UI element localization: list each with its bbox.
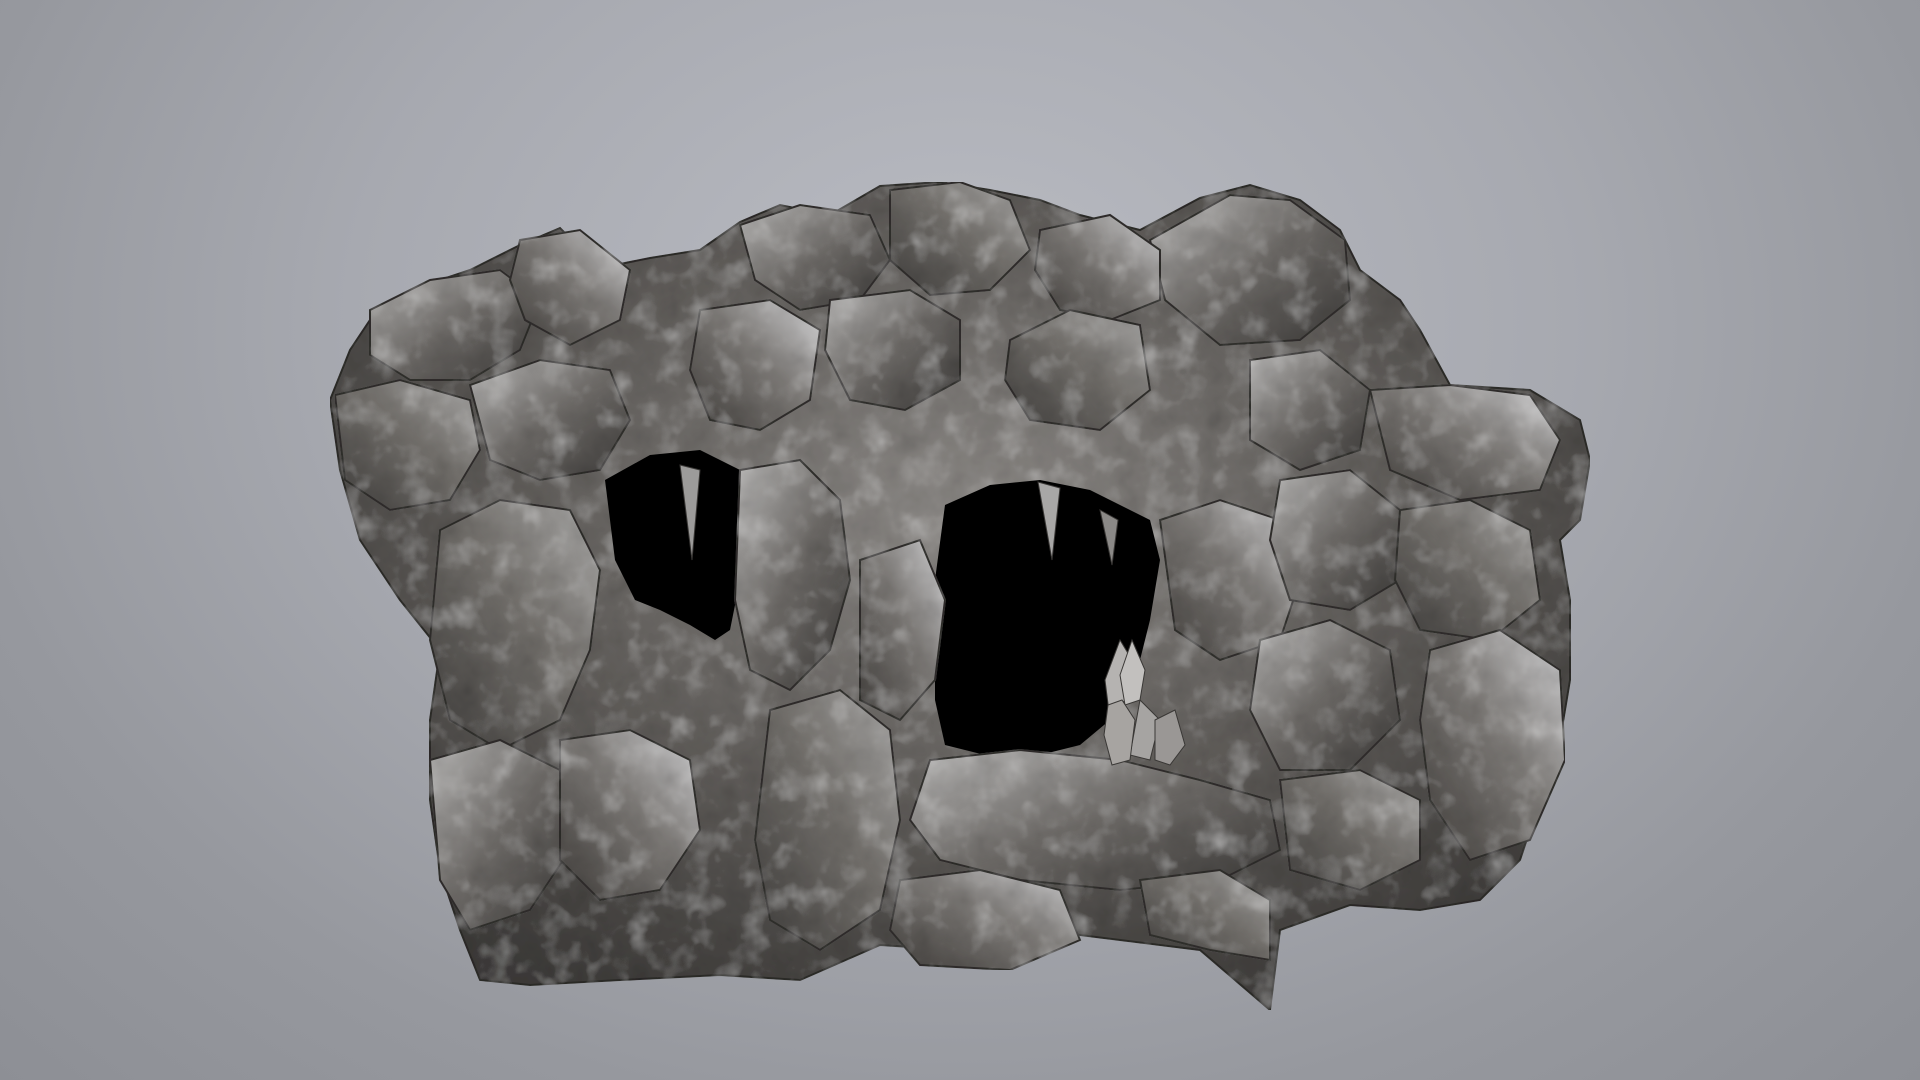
- 3d-viewport[interactable]: [0, 0, 1920, 1080]
- rock-cave-model[interactable]: [0, 0, 1920, 1080]
